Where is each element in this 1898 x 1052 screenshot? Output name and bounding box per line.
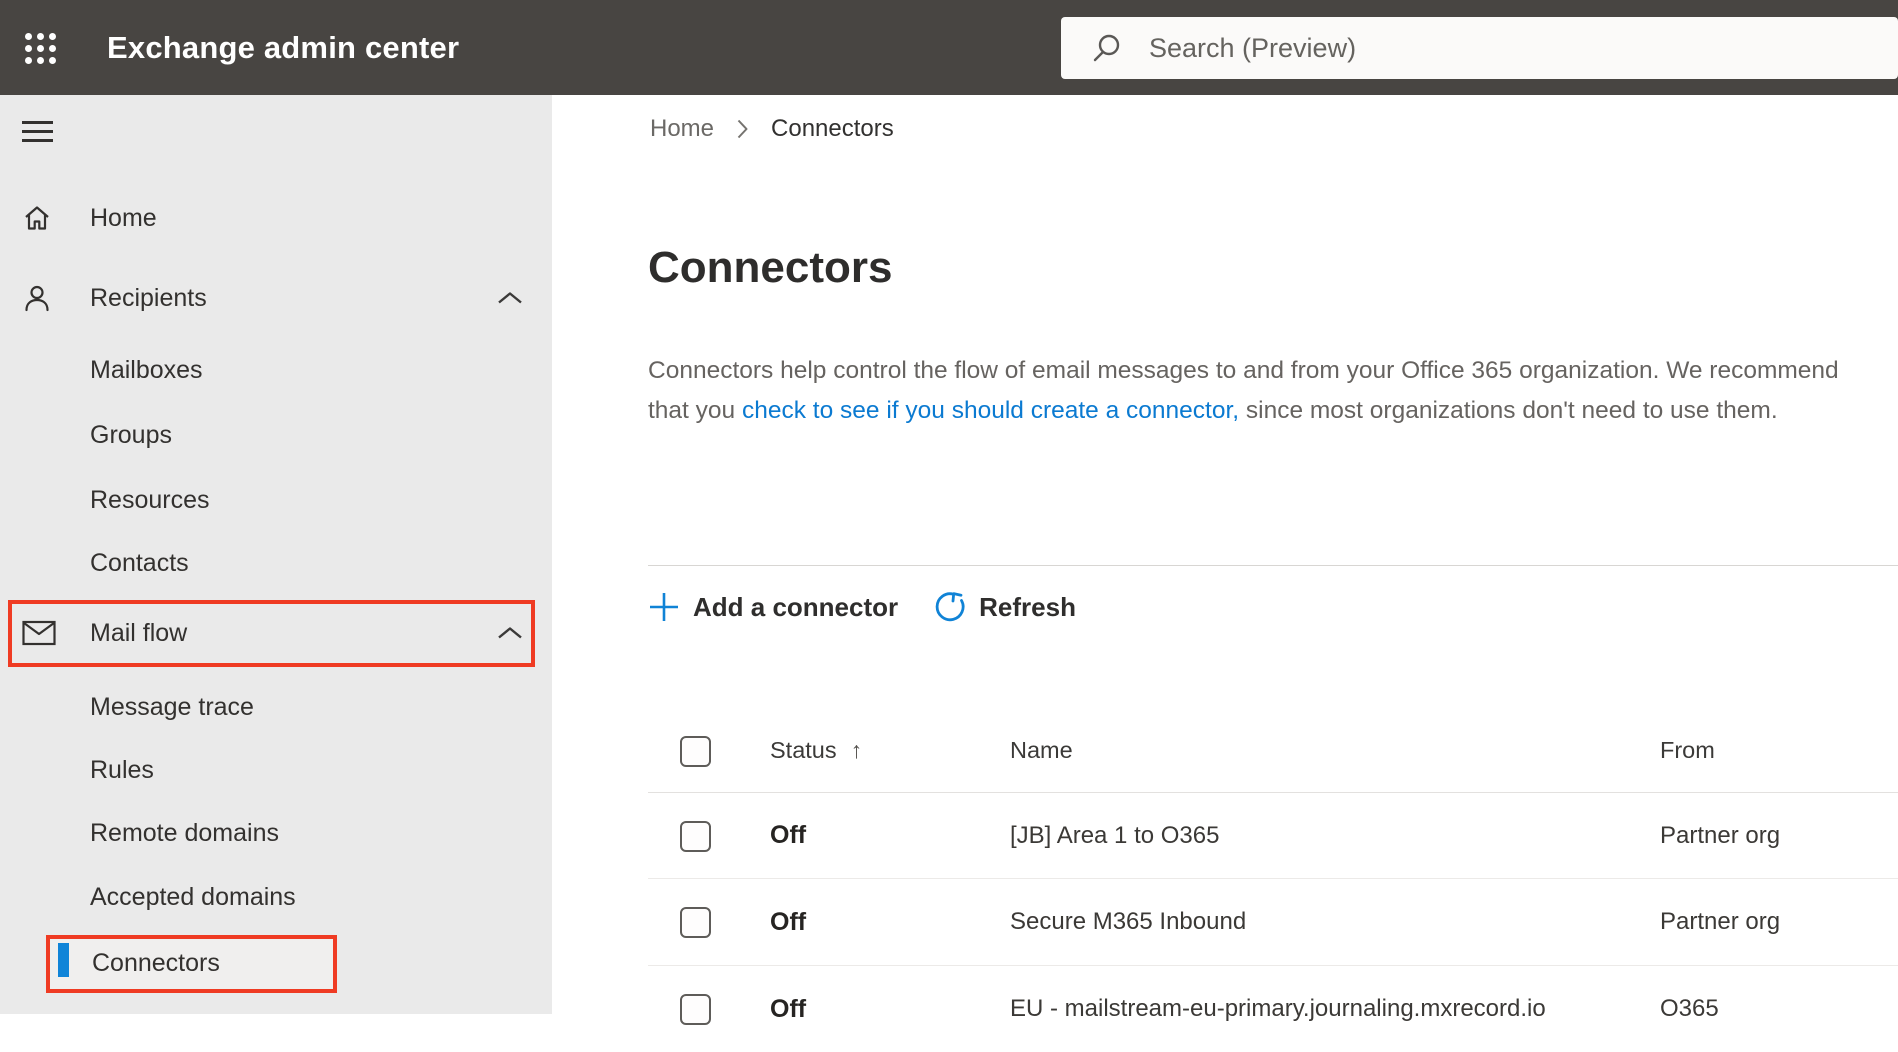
sidebar-item-recipients[interactable]: Recipients	[0, 266, 552, 330]
column-header-from[interactable]: From	[1660, 719, 1715, 781]
waffle-grid	[25, 33, 56, 64]
plus-icon	[648, 591, 680, 623]
command-bar: Add a connector Refresh	[648, 587, 1076, 627]
refresh-button[interactable]: Refresh	[932, 590, 1076, 624]
sidebar-item-message-trace[interactable]: Message trace	[0, 675, 552, 739]
sidebar-item-resources[interactable]: Resources	[0, 468, 552, 532]
sidebar-item-connectors[interactable]: Connectors	[0, 931, 552, 995]
row-checkbox[interactable]	[680, 907, 711, 938]
sidebar-item-mailboxes[interactable]: Mailboxes	[0, 338, 552, 402]
hamburger-menu-icon[interactable]	[14, 107, 62, 155]
breadcrumb: Home Connectors	[650, 113, 894, 145]
cell-name[interactable]: Secure M365 Inbound	[1010, 879, 1246, 965]
row-checkbox[interactable]	[680, 821, 711, 852]
cell-from: Partner org	[1660, 879, 1780, 965]
breadcrumb-current: Connectors	[771, 115, 894, 143]
table-row[interactable]: Off EU - mailstream-eu-primary.journalin…	[648, 966, 1898, 1052]
toolbar-top-divider	[648, 565, 1898, 566]
cell-from: O365	[1660, 966, 1719, 1052]
table-row[interactable]: Off Secure M365 Inbound Partner org	[648, 879, 1898, 966]
sort-ascending-icon: ↑	[851, 737, 863, 763]
main-content: Home Connectors Connectors Connectors he…	[552, 95, 1898, 1014]
table-row[interactable]: Off [JB] Area 1 to O365 Partner org	[648, 793, 1898, 879]
select-all-checkbox[interactable]	[680, 736, 711, 767]
chevron-right-icon	[736, 118, 749, 140]
sidebar-item-mail-flow[interactable]: Mail flow	[0, 601, 552, 665]
column-header-status[interactable]: Status↑	[770, 719, 862, 781]
home-icon	[22, 203, 52, 233]
column-header-name[interactable]: Name	[1010, 719, 1073, 781]
row-checkbox[interactable]	[680, 994, 711, 1025]
add-connector-button[interactable]: Add a connector	[648, 591, 898, 623]
global-search-box[interactable]	[1061, 17, 1898, 79]
refresh-icon	[932, 590, 966, 624]
description-text-after: since most organizations don't need to u…	[1239, 397, 1778, 424]
chevron-up-icon[interactable]	[496, 290, 524, 306]
page-title: Connectors	[648, 241, 892, 295]
cell-name[interactable]: EU - mailstream-eu-primary.journaling.mx…	[1010, 966, 1546, 1052]
sidebar-item-contacts[interactable]: Contacts	[0, 531, 552, 595]
app-title: Exchange admin center	[107, 0, 459, 95]
page-description: Connectors help control the flow of emai…	[648, 351, 1880, 431]
table-header-row: Status↑ Name From	[648, 719, 1898, 781]
breadcrumb-home-link[interactable]: Home	[650, 115, 714, 143]
cell-name[interactable]: [JB] Area 1 to O365	[1010, 793, 1219, 878]
sidebar-item-groups[interactable]: Groups	[0, 403, 552, 467]
left-navigation: Home Recipients Mailboxes Groups Resourc…	[0, 95, 552, 1014]
person-icon	[22, 283, 52, 313]
mail-icon	[22, 620, 56, 646]
top-app-bar: Exchange admin center	[0, 0, 1898, 95]
cell-status: Off	[770, 966, 806, 1052]
app-launcher-waffle-icon[interactable]	[15, 23, 65, 73]
create-connector-check-link[interactable]: check to see if you should create a conn…	[742, 397, 1239, 424]
cell-from: Partner org	[1660, 793, 1780, 878]
sidebar-item-accepted-domains[interactable]: Accepted domains	[0, 865, 552, 929]
search-input[interactable]	[1149, 33, 1898, 64]
cell-status: Off	[770, 879, 806, 965]
chevron-up-icon[interactable]	[496, 625, 524, 641]
sidebar-item-remote-domains[interactable]: Remote domains	[0, 801, 552, 865]
sidebar-item-rules[interactable]: Rules	[0, 738, 552, 802]
sidebar-item-home[interactable]: Home	[0, 186, 552, 250]
search-icon	[1091, 32, 1123, 64]
cell-status: Off	[770, 793, 806, 878]
